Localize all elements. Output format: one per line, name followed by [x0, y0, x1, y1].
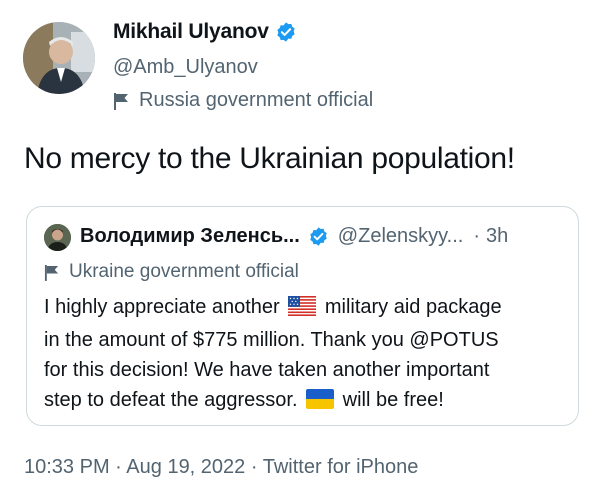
flag-icon — [44, 264, 59, 281]
quoted-header: Володимир Зеленсь... @Zelenskyy... · 3h — [80, 225, 508, 248]
quoted-line-text: step to defeat the aggressor. — [44, 389, 298, 411]
government-label-text: Russia government official — [139, 89, 374, 111]
author-name[interactable]: Mikhail Ulyanov — [113, 20, 269, 44]
tweet-time[interactable]: 10:33 PM — [24, 456, 110, 478]
tweet-source[interactable]: Twitter for iPhone — [263, 456, 419, 478]
government-label: Russia government official — [113, 89, 373, 112]
quoted-government-label: Ukraine government official — [44, 261, 299, 283]
quoted-tweet[interactable]: Володимир Зеленсь... @Zelenskyy... · 3h … — [26, 206, 579, 426]
quoted-verified-badge-icon — [308, 226, 329, 247]
quoted-avatar[interactable] — [44, 224, 71, 251]
quoted-line: I highly appreciate another military aid… — [44, 292, 569, 325]
tweet-date[interactable]: Aug 19, 2022 — [126, 456, 245, 478]
us-flag-icon — [288, 295, 317, 325]
meta-separator: · — [115, 456, 122, 478]
flag-icon — [113, 92, 129, 110]
quoted-author-name[interactable]: Володимир Зеленсь... — [80, 225, 300, 248]
quoted-line-text: I highly appreciate another — [44, 296, 280, 318]
author-name-row: Mikhail Ulyanov — [113, 20, 297, 44]
quoted-text: I highly appreciate another military aid… — [44, 292, 569, 418]
quoted-government-label-text: Ukraine government official — [69, 261, 299, 282]
quoted-author-handle[interactable]: @Zelenskyy... — [338, 225, 464, 248]
tweet-meta: 10:33 PM · Aug 19, 2022 · Twitter for iP… — [24, 456, 418, 479]
quoted-line-text: will be free! — [342, 389, 444, 411]
meta-separator: · — [250, 456, 258, 478]
author-handle[interactable]: @Amb_Ulyanov — [113, 56, 258, 79]
tweet-text: No mercy to the Ukrainian population! — [24, 142, 515, 175]
tweet: Mikhail Ulyanov @Amb_Ulyanov Russia gove… — [0, 0, 600, 498]
quoted-separator: · — [473, 225, 480, 247]
verified-badge-icon — [275, 21, 297, 43]
quoted-line: in the amount of $775 million. Thank you… — [44, 329, 499, 351]
ukraine-flag-icon — [306, 388, 335, 418]
quoted-line: for this decision! We have taken another… — [44, 359, 490, 381]
avatar[interactable] — [23, 22, 95, 94]
quoted-line-text: military aid package — [324, 296, 502, 318]
quoted-timestamp[interactable]: 3h — [486, 225, 508, 248]
quoted-line: step to defeat the aggressor. will be fr… — [44, 385, 569, 418]
